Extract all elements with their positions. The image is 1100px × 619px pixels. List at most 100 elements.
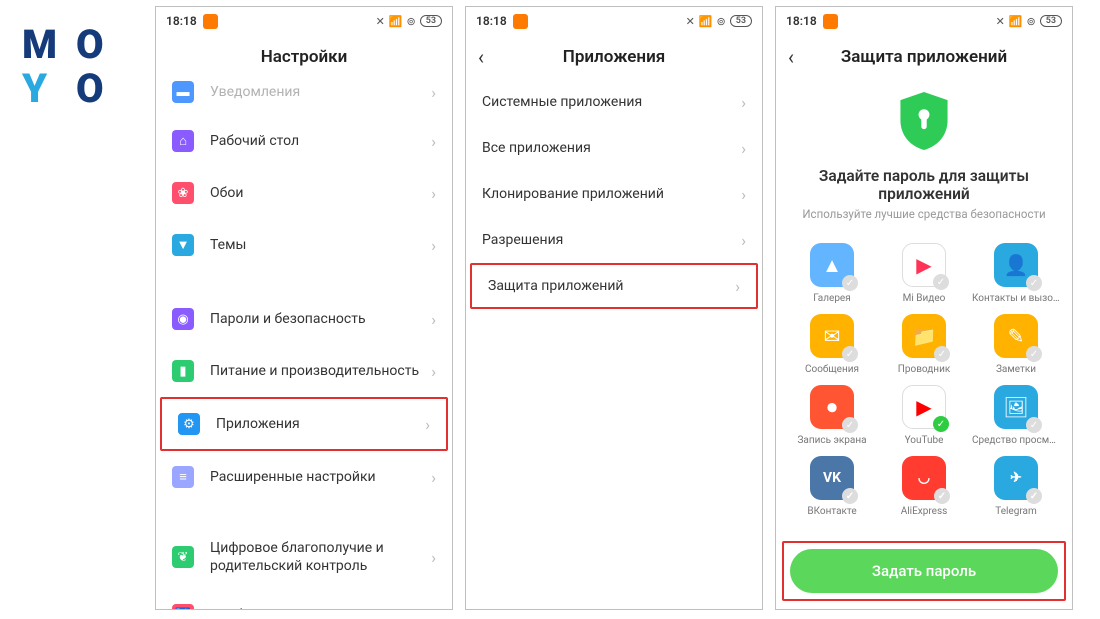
battery-indicator: 53: [420, 15, 442, 27]
chevron-right-icon: ›: [741, 93, 746, 112]
unchecked-badge-icon: ✓: [1026, 346, 1042, 362]
app-item[interactable]: VK✓ВКонтакте: [786, 456, 878, 517]
app-item[interactable]: ▲✓ Галерея: [786, 243, 878, 304]
status-time: 18:18: [166, 14, 197, 28]
status-bar: 18:18 ✕ 📶 ⊚ 53: [776, 7, 1072, 35]
app-item[interactable]: ◡✓AliExpress: [878, 456, 970, 517]
phone-screen-settings: 18:18 ✕ 📶 ⊚ 53 Настройки ▬ Уведомления ›…: [155, 6, 453, 610]
brand-logo: M O Y O: [0, 0, 155, 109]
app-item[interactable]: 🖼✓ Средство просмотр…: [970, 385, 1062, 446]
back-button[interactable]: ‹: [788, 47, 794, 67]
screen-header: Настройки: [156, 35, 452, 79]
app-item[interactable]: ✎✓ Заметки: [970, 314, 1062, 375]
apps-list[interactable]: Системные приложения › Все приложения › …: [466, 79, 762, 609]
phone-screen-applock: 18:18 ✕ 📶 ⊚ 53 ‹ Защита приложений Задай…: [775, 6, 1073, 610]
chevron-right-icon: ›: [431, 362, 436, 381]
row-app-lock[interactable]: Защита приложений ›: [470, 263, 758, 309]
row-home-screen[interactable]: ⌂ Рабочий стол ›: [156, 115, 452, 167]
row-accessibility[interactable]: ♿ Особые возможности ›: [156, 589, 452, 609]
status-time: 18:18: [476, 14, 507, 28]
chevron-right-icon: ›: [431, 236, 436, 255]
row-digital-wellbeing[interactable]: ❦ Цифровое благополучие и родительский к…: [156, 525, 452, 589]
logo-letter-o1: O: [76, 25, 122, 65]
unchecked-badge-icon: ✓: [842, 488, 858, 504]
unchecked-badge-icon: ✓: [842, 417, 858, 433]
app-item[interactable]: ⏺✓Запись экрана: [786, 385, 878, 446]
settings-list[interactable]: ▬ Уведомления › ⌂ Рабочий стол › ❀ Обои …: [156, 79, 452, 609]
app-icon: ▲✓: [810, 243, 854, 287]
row-wallpaper[interactable]: ❀ Обои ›: [156, 167, 452, 219]
wifi-icon: ⊚: [406, 15, 415, 28]
unchecked-badge-icon: ✓: [842, 275, 858, 291]
unchecked-badge-icon: ✓: [934, 346, 950, 362]
signal-icon: 📶: [699, 15, 713, 28]
chevron-right-icon: ›: [431, 184, 436, 203]
app-icon: 🖼✓: [994, 385, 1038, 429]
app-item[interactable]: ▶✓YouTube: [878, 385, 970, 446]
wifi-icon: ⊚: [716, 15, 725, 28]
app-label: Mi Видео: [903, 293, 946, 304]
app-grid: ▲✓ Галерея ▶✓ Mi Видео 👤✓ Контакты и вызовы ✉✓…: [776, 221, 1072, 517]
cta-highlight: Задать пароль: [782, 541, 1066, 601]
dnd-icon: ✕: [686, 15, 695, 28]
notification-badge-icon: [513, 14, 528, 29]
chevron-right-icon: ›: [741, 231, 746, 250]
battery-icon: ▮: [172, 360, 194, 382]
app-label: AliExpress: [901, 506, 948, 517]
app-item[interactable]: 📁✓Проводник: [878, 314, 970, 375]
dnd-icon: ✕: [376, 15, 385, 28]
row-battery-perf[interactable]: ▮ Питание и производительность ›: [156, 345, 452, 397]
chevron-right-icon: ›: [431, 548, 436, 567]
row-system-apps[interactable]: Системные приложения ›: [466, 79, 762, 125]
status-time: 18:18: [786, 14, 817, 28]
row-all-apps[interactable]: Все приложения ›: [466, 125, 762, 171]
chevron-right-icon: ›: [741, 185, 746, 204]
app-item[interactable]: ▶✓ Mi Видео: [878, 243, 970, 304]
page-title: Настройки: [261, 47, 348, 67]
wifi-icon: ⊚: [1026, 15, 1035, 28]
row-advanced-settings[interactable]: ≡ Расширенные настройки ›: [156, 451, 452, 503]
row-permissions[interactable]: Разрешения ›: [466, 217, 762, 263]
shield-icon: [895, 89, 953, 153]
row-themes[interactable]: ▼ Темы ›: [156, 219, 452, 271]
unchecked-badge-icon: ✓: [934, 488, 950, 504]
row-passwords-security[interactable]: ◉ Пароли и безопасность ›: [156, 293, 452, 345]
app-icon: ✎✓: [994, 314, 1038, 358]
chevron-right-icon: ›: [431, 132, 436, 151]
unchecked-badge-icon: ✓: [1026, 488, 1042, 504]
check-badge-icon: ✓: [933, 416, 949, 432]
chevron-right-icon: ›: [431, 310, 436, 329]
app-icon: 📁✓: [902, 314, 946, 358]
app-icon: ▶✓: [902, 243, 946, 287]
row-clone-apps[interactable]: Клонирование приложений ›: [466, 171, 762, 217]
app-item[interactable]: ✈✓Telegram: [970, 456, 1062, 517]
app-label: Заметки: [996, 364, 1036, 375]
gear-icon: ⚙: [178, 413, 200, 435]
logo-letter-y: Y: [22, 69, 68, 109]
app-item[interactable]: 👤✓ Контакты и вызовы: [970, 243, 1062, 304]
screen-header: ‹ Приложения: [466, 35, 762, 79]
home-icon: ⌂: [172, 130, 194, 152]
page-title: Приложения: [563, 47, 665, 67]
back-button[interactable]: ‹: [478, 47, 484, 67]
wellbeing-icon: ❦: [172, 546, 194, 568]
app-label: Галерея: [813, 293, 850, 304]
app-label: Средство просмотр…: [972, 435, 1060, 446]
logo-letter-o2: O: [76, 69, 122, 109]
app-icon: ▶✓: [902, 385, 946, 429]
notifications-icon: ▬: [172, 81, 194, 103]
app-icon: 👤✓: [994, 243, 1038, 287]
app-label: Сообщения: [805, 364, 859, 375]
app-icon: ✉✓: [810, 314, 854, 358]
dnd-icon: ✕: [996, 15, 1005, 28]
row-notifications[interactable]: ▬ Уведомления ›: [156, 79, 452, 115]
applock-heading: Задайте пароль для защиты приложений: [776, 167, 1072, 203]
app-label: Контакты и вызовы: [972, 293, 1060, 304]
row-apps[interactable]: ⚙ Приложения ›: [160, 397, 448, 451]
battery-indicator: 53: [730, 15, 752, 27]
app-icon: ⏺✓: [810, 385, 854, 429]
app-item[interactable]: ✉✓ Сообщения: [786, 314, 878, 375]
app-icon: VK✓: [810, 456, 854, 500]
set-password-button[interactable]: Задать пароль: [790, 549, 1058, 593]
fingerprint-icon: ◉: [172, 308, 194, 330]
